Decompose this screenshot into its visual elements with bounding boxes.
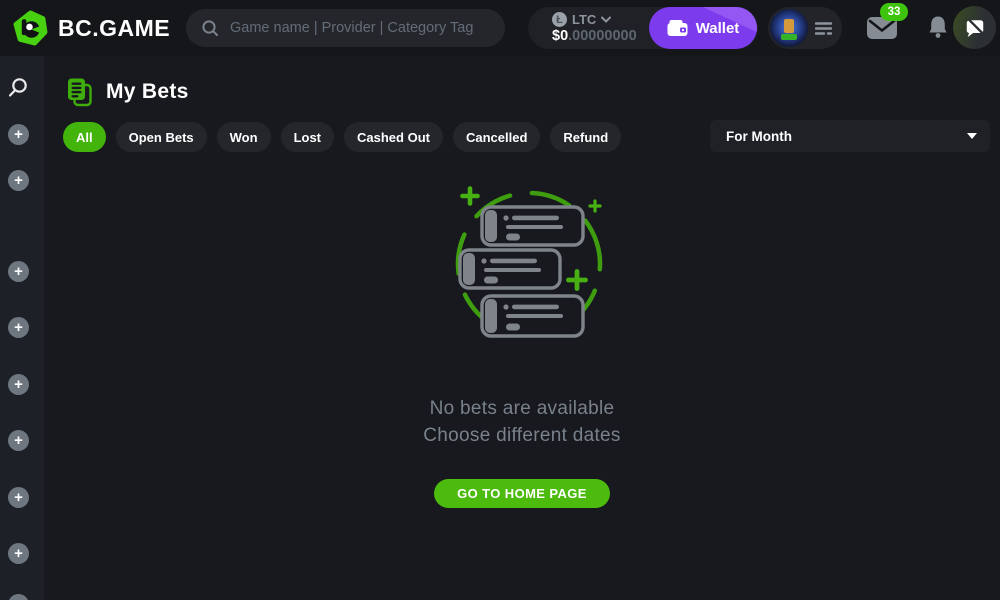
wallet-button[interactable]: Wallet: [649, 7, 757, 49]
period-dropdown-value: For Month: [726, 129, 792, 144]
sidebar-add-button[interactable]: +: [8, 487, 29, 508]
litecoin-icon: Ł: [552, 12, 567, 27]
search-icon: [201, 19, 219, 37]
sidebar-search-icon[interactable]: [7, 77, 28, 98]
go-home-button[interactable]: GO TO HOME PAGE: [434, 479, 610, 508]
bc-game-logo-icon: [12, 10, 49, 47]
filter-pill-cashed-out[interactable]: Cashed Out: [344, 122, 443, 152]
sidebar-add-button[interactable]: +: [8, 594, 29, 600]
filter-pill-refund[interactable]: Refund: [550, 122, 621, 152]
empty-bets-illustration: [426, 172, 631, 364]
period-dropdown[interactable]: For Month: [710, 120, 990, 152]
left-sidebar: + + + + + + + + +: [0, 56, 44, 600]
my-bets-icon: [66, 77, 93, 107]
chevron-down-icon: [601, 16, 611, 23]
balance-whole: $0: [552, 28, 568, 44]
sidebar-add-button[interactable]: +: [8, 124, 29, 145]
sidebar-add-button[interactable]: +: [8, 374, 29, 395]
filter-pill-all[interactable]: All: [63, 122, 106, 152]
page-title-row: My Bets: [66, 77, 189, 107]
empty-message-line2: Choose different dates: [423, 422, 620, 449]
notifications-button[interactable]: [928, 15, 948, 45]
page-title: My Bets: [106, 80, 189, 104]
sidebar-add-button[interactable]: +: [8, 430, 29, 451]
bet-status-filters: All Open Bets Won Lost Cashed Out Cancel…: [63, 122, 621, 152]
brand-logo[interactable]: BC.GAME: [12, 9, 170, 47]
empty-message-line1: No bets are available: [430, 395, 615, 422]
wallet-icon: [667, 19, 688, 37]
sidebar-add-button[interactable]: +: [8, 317, 29, 338]
search-input[interactable]: [228, 19, 505, 37]
sidebar-add-button[interactable]: +: [8, 261, 29, 282]
currency-code: LTC: [572, 12, 596, 27]
filter-pill-won[interactable]: Won: [217, 122, 271, 152]
top-header: BC.GAME Ł LTC $0.00000000: [0, 0, 1000, 56]
chat-toggle-button[interactable]: [953, 6, 996, 49]
profile-menu-icon[interactable]: [815, 22, 832, 35]
avatar[interactable]: [770, 9, 808, 47]
bell-icon: [928, 15, 948, 40]
sidebar-add-button[interactable]: +: [8, 170, 29, 191]
currency-selector[interactable]: Ł LTC $0.00000000: [552, 11, 637, 45]
chevron-down-icon: [967, 133, 977, 139]
filter-pill-lost[interactable]: Lost: [281, 122, 334, 152]
filter-pill-cancelled[interactable]: Cancelled: [453, 122, 540, 152]
balance-fraction: .00000000: [568, 28, 637, 44]
balance-amount: $0.00000000: [552, 28, 637, 45]
wallet-button-label: Wallet: [696, 20, 740, 37]
chat-bubble-slash-icon: [964, 17, 986, 39]
mail-badge: 33: [880, 3, 908, 21]
filter-pill-open-bets[interactable]: Open Bets: [116, 122, 207, 152]
brand-name: BC.GAME: [58, 15, 170, 42]
empty-state: No bets are available Choose different d…: [44, 172, 1000, 508]
game-search-bar[interactable]: [186, 9, 505, 47]
sidebar-add-button[interactable]: +: [8, 543, 29, 564]
profile-group: [768, 7, 842, 49]
